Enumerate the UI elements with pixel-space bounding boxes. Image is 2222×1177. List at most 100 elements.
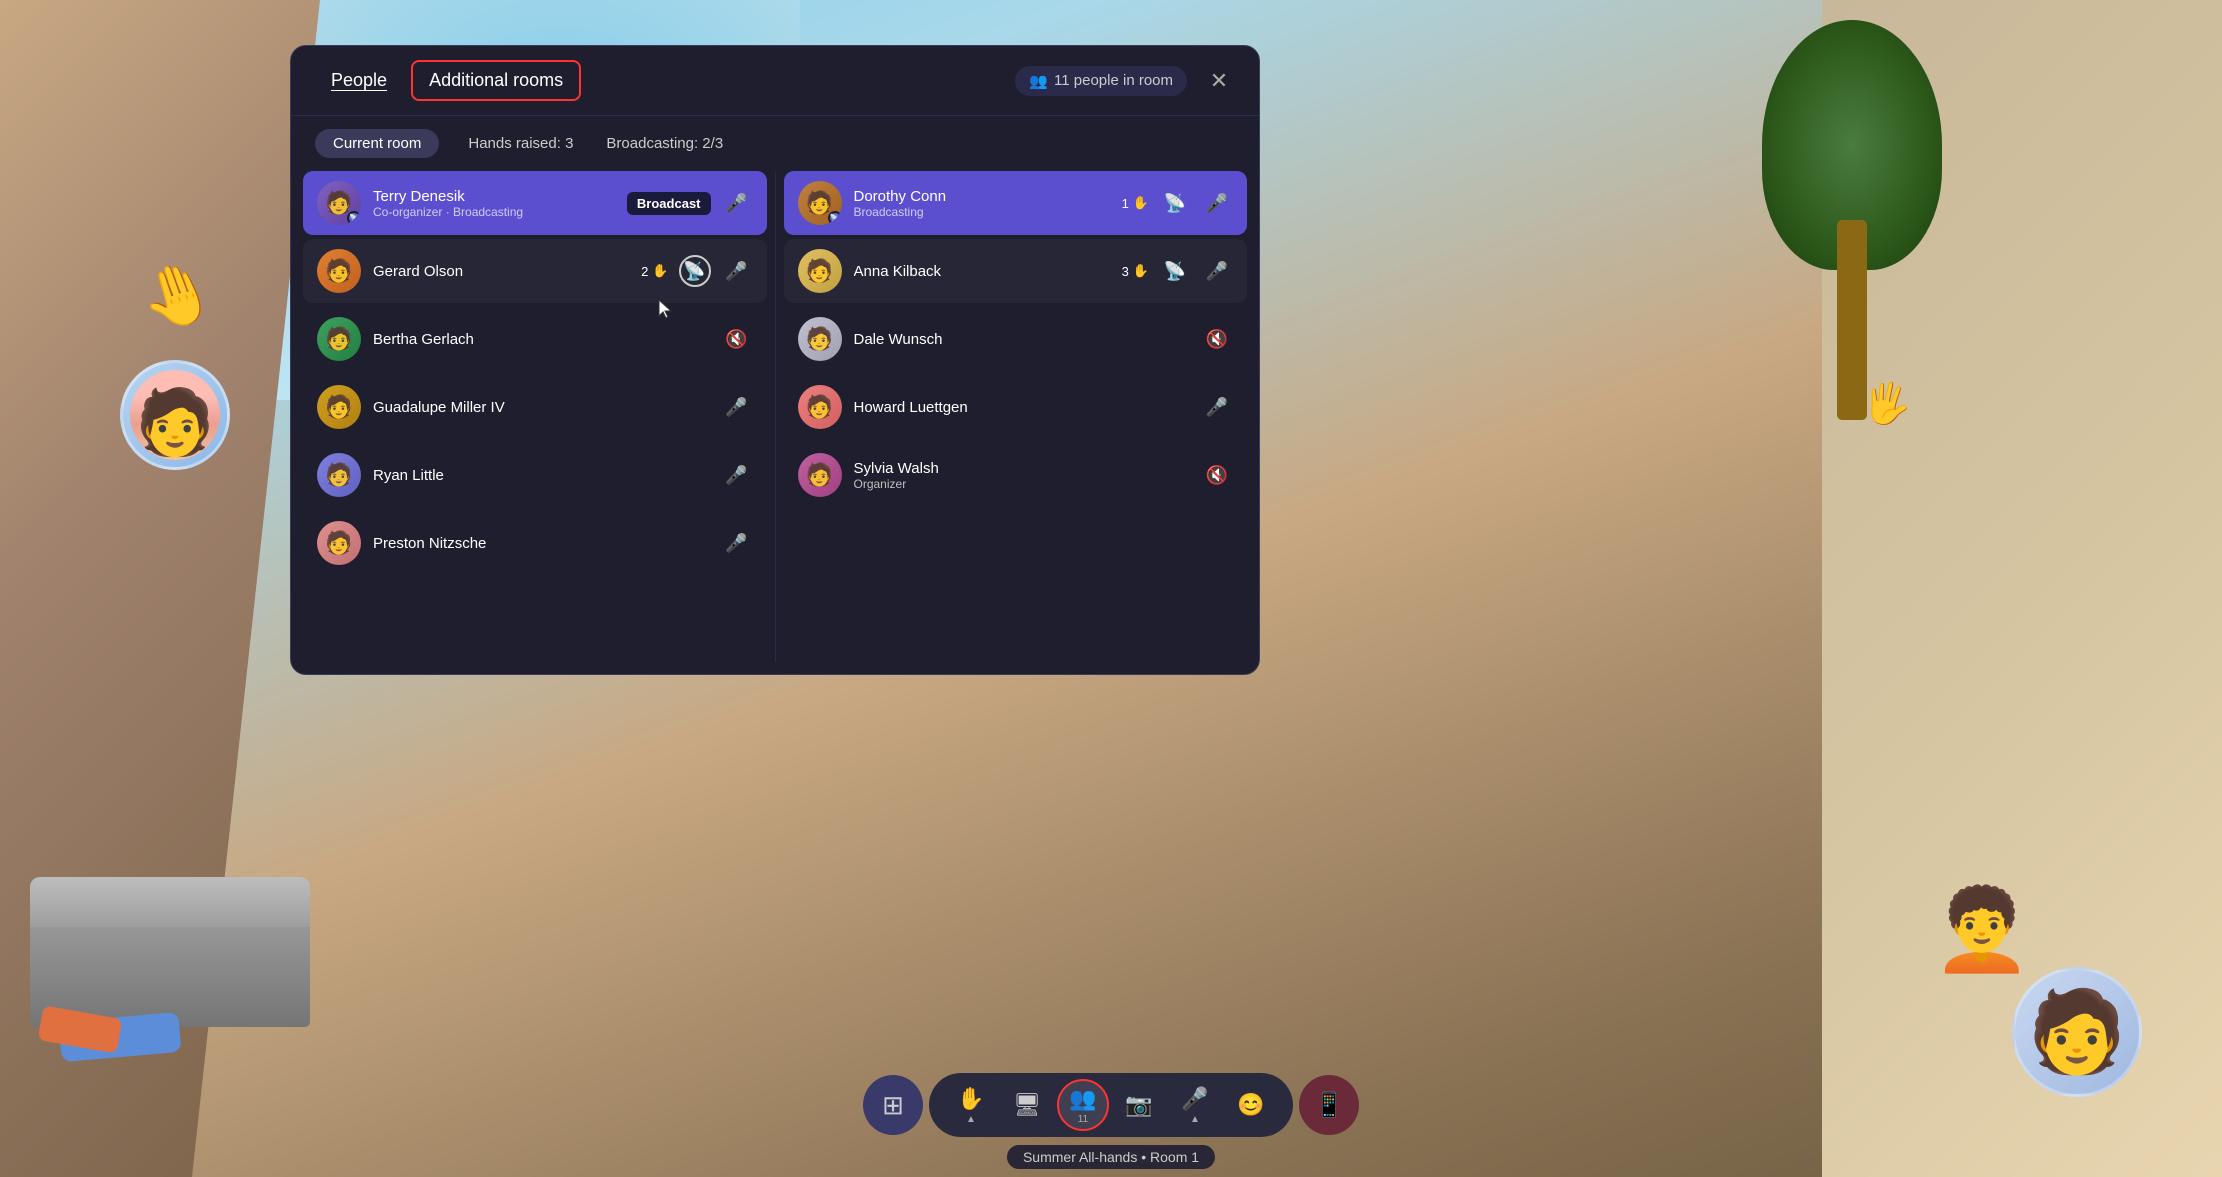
person-actions-preston: 🎤 [721,527,753,559]
person-actions-terry: Broadcast 🎤 [627,187,753,219]
avatar-dorothy: 🧑 📡 [798,181,842,225]
person-row-howard[interactable]: 🧑 Howard Luettgen 🎤 [784,375,1248,439]
header-right: 👥 11 people in room ✕ [1015,65,1235,97]
mic-btn-howard[interactable]: 🎤 [1201,391,1233,423]
hand-count-anna: 3 ✋ [1122,263,1149,279]
person-name-dorothy: Dorothy Conn [854,188,1122,205]
filter-bar: Current room Hands raised: 3 Broadcastin… [291,116,1259,171]
person-actions-dale: 🔇 [1201,323,1233,355]
right-column: 🧑 📡 Dorothy Conn Broadcasting 1 ✋ 📡 🎤 [784,171,1248,662]
broadcast-dot-terry: 📡 [347,211,361,225]
tree [1762,20,1942,420]
people-icon: 👥 [1029,72,1048,90]
room-label: Summer All-hands • Room 1 [1007,1145,1215,1169]
mic-btn-dale[interactable]: 🔇 [1201,323,1233,355]
person-info-bertha: Bertha Gerlach [373,331,721,348]
screen-share-icon: 🖥 [1013,1092,1041,1118]
person-info-preston: Preston Nitzsche [373,535,721,552]
avatar-terry: 🧑 📡 [317,181,361,225]
people-count-text: 11 people in room [1054,72,1173,89]
person-name-dale: Dale Wunsch [854,331,1202,348]
people-count-badge: 👥 11 people in room [1015,66,1187,96]
camera-button[interactable]: 📷 [1113,1079,1165,1131]
person-row-sylvia[interactable]: 🧑 Sylvia Walsh Organizer 🔇 [784,443,1248,507]
person-row-bertha[interactable]: 🧑 Bertha Gerlach 🔇 [303,307,767,371]
person-role-sylvia: Organizer [854,477,1202,491]
person-info-ryan: Ryan Little [373,467,721,484]
avatar-icon-gerard: 🧑 [317,249,361,293]
couch-back [30,877,310,927]
avatar-circle-left: 🧑 [120,360,230,470]
avatar-bertha: 🧑 [317,317,361,361]
mic-btn-anna[interactable]: 🎤 [1201,255,1233,287]
avatar-icon-guadalupe: 🧑 [317,385,361,429]
avatar-howard: 🧑 [798,385,842,429]
filter-hands-raised[interactable]: Hands raised: 3 [449,128,592,159]
column-divider [775,171,776,662]
person-actions-guadalupe: 🎤 [721,391,753,423]
avatar-icon-sylvia: 🧑 [798,453,842,497]
person-info-anna: Anna Kilback [854,263,1122,280]
avatar-icon-dale: 🧑 [798,317,842,361]
screen-share-button[interactable]: 🖥 [1001,1079,1053,1131]
raise-hand-button[interactable]: ✋ ▲ [945,1079,997,1131]
avatar-ryan: 🧑 [317,453,361,497]
mic-btn-dorothy[interactable]: 🎤 [1201,187,1233,219]
broadcast-icon-dorothy[interactable]: 📡 [1159,187,1191,219]
person-info-sylvia: Sylvia Walsh Organizer [854,460,1202,491]
tab-additional-rooms[interactable]: Additional rooms [411,60,581,101]
avatar-icon-ryan: 🧑 [317,453,361,497]
character-right: 🧑‍🦱 [1932,883,2032,977]
tab-people[interactable]: People [315,62,403,99]
filter-current-room[interactable]: Current room [315,129,439,158]
avatar-icon-howard: 🧑 [798,385,842,429]
avatar-bottom-right: 🧑 [2012,967,2142,1097]
person-name-gerard: Gerard Olson [373,263,641,280]
person-row-guadalupe[interactable]: 🧑 Guadalupe Miller IV 🎤 [303,375,767,439]
avatar-sylvia: 🧑 [798,453,842,497]
raise-hand-icon: ✋ [957,1086,984,1112]
mic-btn-preston[interactable]: 🎤 [721,527,753,559]
grid-button[interactable]: ⊞ [863,1075,923,1135]
mic-btn-guadalupe[interactable]: 🎤 [721,391,753,423]
mic-label: ▲ [1190,1114,1200,1125]
person-row-dorothy[interactable]: 🧑 📡 Dorothy Conn Broadcasting 1 ✋ 📡 🎤 [784,171,1248,235]
close-button[interactable]: ✕ [1203,65,1235,97]
person-name-terry: Terry Denesik [373,188,627,205]
main-panel: People Additional rooms 👥 11 people in r… [290,45,1260,675]
person-name-howard: Howard Luettgen [854,399,1202,416]
person-row-ryan[interactable]: 🧑 Ryan Little 🎤 [303,443,767,507]
person-actions-ryan: 🎤 [721,459,753,491]
emoji-icon: 😊 [1237,1092,1264,1118]
person-actions-bertha: 🔇 [721,323,753,355]
grid-icon: ⊞ [882,1090,904,1121]
person-row-gerard[interactable]: 🧑 Gerard Olson 2 ✋ 📡 🎤 [303,239,767,303]
person-row-dale[interactable]: 🧑 Dale Wunsch 🔇 [784,307,1248,371]
toolbar-pill: ✋ ▲ 🖥 👥 11 📷 🎤 ▲ 😊 [929,1073,1293,1137]
mic-btn-bertha[interactable]: 🔇 [721,323,753,355]
mic-button[interactable]: 🎤 ▲ [1169,1079,1221,1131]
broadcast-dot-dorothy: 📡 [828,211,842,225]
person-actions-anna: 3 ✋ 📡 🎤 [1122,255,1233,287]
person-row-preston[interactable]: 🧑 Preston Nitzsche 🎤 [303,511,767,575]
camera-icon: 📷 [1125,1092,1152,1118]
person-info-gerard: Gerard Olson [373,263,641,280]
left-column: 🧑 📡 Terry Denesik Co-organizer · Broadca… [303,171,767,662]
people-btn-icon: 👥 [1069,1086,1096,1112]
end-call-button[interactable]: 📱 [1299,1075,1359,1135]
person-actions-dorothy: 1 ✋ 📡 🎤 [1122,187,1233,219]
person-name-bertha: Bertha Gerlach [373,331,721,348]
person-row-terry[interactable]: 🧑 📡 Terry Denesik Co-organizer · Broadca… [303,171,767,235]
mic-btn-terry[interactable]: 🎤 [721,187,753,219]
broadcast-icon-anna[interactable]: 📡 [1159,255,1191,287]
person-row-anna[interactable]: 🧑 Anna Kilback 3 ✋ 📡 🎤 [784,239,1248,303]
person-actions-howard: 🎤 [1201,391,1233,423]
people-button[interactable]: 👥 11 [1057,1079,1109,1131]
mic-btn-ryan[interactable]: 🎤 [721,459,753,491]
emoji-button[interactable]: 😊 [1225,1079,1277,1131]
mic-btn-sylvia[interactable]: 🔇 [1201,459,1233,491]
broadcast-icon-gerard[interactable]: 📡 [679,255,711,287]
hand-wave-right-icon: 🖐 [1858,376,1915,431]
avatar-guadalupe: 🧑 [317,385,361,429]
mic-btn-gerard[interactable]: 🎤 [721,255,753,287]
